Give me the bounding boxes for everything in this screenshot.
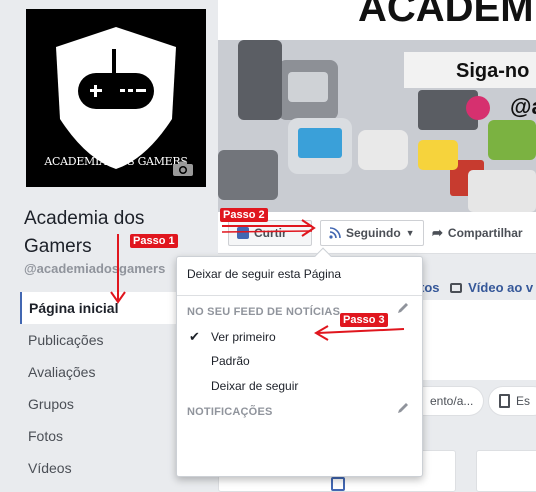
composer-box <box>420 300 536 380</box>
cover-handle-text: @a <box>510 94 536 119</box>
unfollow-item[interactable]: Deixar de seguir <box>211 379 298 393</box>
step-2-label: Passo 2 <box>220 208 268 222</box>
step-1-label: Passo 1 <box>130 234 178 248</box>
rss-icon <box>329 227 341 239</box>
video-camera-icon <box>449 283 462 293</box>
chevron-down-icon: ▼ <box>405 228 415 238</box>
cover-follow-text: Siga-no <box>456 60 530 82</box>
see-first-item[interactable]: Ver primeiro <box>211 330 276 344</box>
sidebar-item-photos[interactable]: Fotos <box>20 420 180 452</box>
event-pill[interactable]: ento/a... <box>420 386 484 416</box>
pencil-icon[interactable] <box>396 401 410 415</box>
tab-live-video-label: Vídeo ao v <box>468 280 534 295</box>
divider <box>177 295 422 296</box>
following-dropdown: Deixar de seguir esta Página NO SEU FEED… <box>176 247 423 477</box>
default-item[interactable]: Padrão <box>211 354 250 368</box>
camera-icon[interactable] <box>172 161 194 177</box>
sidebar-item-reviews[interactable]: Avaliações <box>20 356 180 388</box>
tab-live-video[interactable]: Vídeo ao v <box>449 280 534 295</box>
share-button[interactable]: ➦ Compartilhar <box>424 220 531 246</box>
event-pill-label: ento/a... <box>430 394 474 408</box>
checkmark-icon: ✔ <box>189 329 200 344</box>
sidebar-item-posts[interactable]: Publicações <box>20 324 180 356</box>
copy-icon <box>331 477 345 491</box>
page-avatar[interactable]: ACADEMIA DOS GAMERS <box>26 9 206 187</box>
sidebar-nav: Página inicial Publicações Avaliações Gr… <box>20 292 182 484</box>
page-handle[interactable]: @academiadosgamers <box>24 261 184 276</box>
like-button[interactable]: Curtir <box>228 220 312 246</box>
offer-pill[interactable]: Es <box>488 386 536 416</box>
offer-pill-label: Es <box>516 394 531 408</box>
sidebar-item-home[interactable]: Página inicial <box>20 292 182 324</box>
notifications-heading: NOTIFICAÇÕES <box>187 406 273 418</box>
feed-heading: NO SEU FEED DE NOTÍCIAS <box>187 306 341 318</box>
cover-collage <box>218 0 536 212</box>
page-title: Academia dos Gamers <box>24 208 145 257</box>
step-3-label: Passo 3 <box>340 313 388 327</box>
pencil-icon[interactable] <box>396 301 410 315</box>
cover-photo[interactable]: ACADEMIA Siga-no @a <box>218 0 536 212</box>
like-label: Curtir <box>254 226 287 240</box>
content-card-2 <box>476 450 536 492</box>
thumbs-up-icon <box>237 227 249 239</box>
unfollow-page-item[interactable]: Deixar de seguir esta Página <box>187 267 341 281</box>
document-icon <box>499 394 510 408</box>
sidebar-item-groups[interactable]: Grupos <box>20 388 180 420</box>
sidebar-item-videos[interactable]: Vídeos <box>20 452 180 484</box>
following-label: Seguindo <box>346 226 401 240</box>
composer-tabs: tos Vídeo ao v <box>420 280 533 295</box>
share-arrow-icon: ➦ <box>432 225 443 240</box>
share-label: Compartilhar <box>447 226 523 240</box>
following-button[interactable]: Seguindo ▼ <box>320 220 424 246</box>
cover-title: ACADEMIA <box>358 0 536 30</box>
